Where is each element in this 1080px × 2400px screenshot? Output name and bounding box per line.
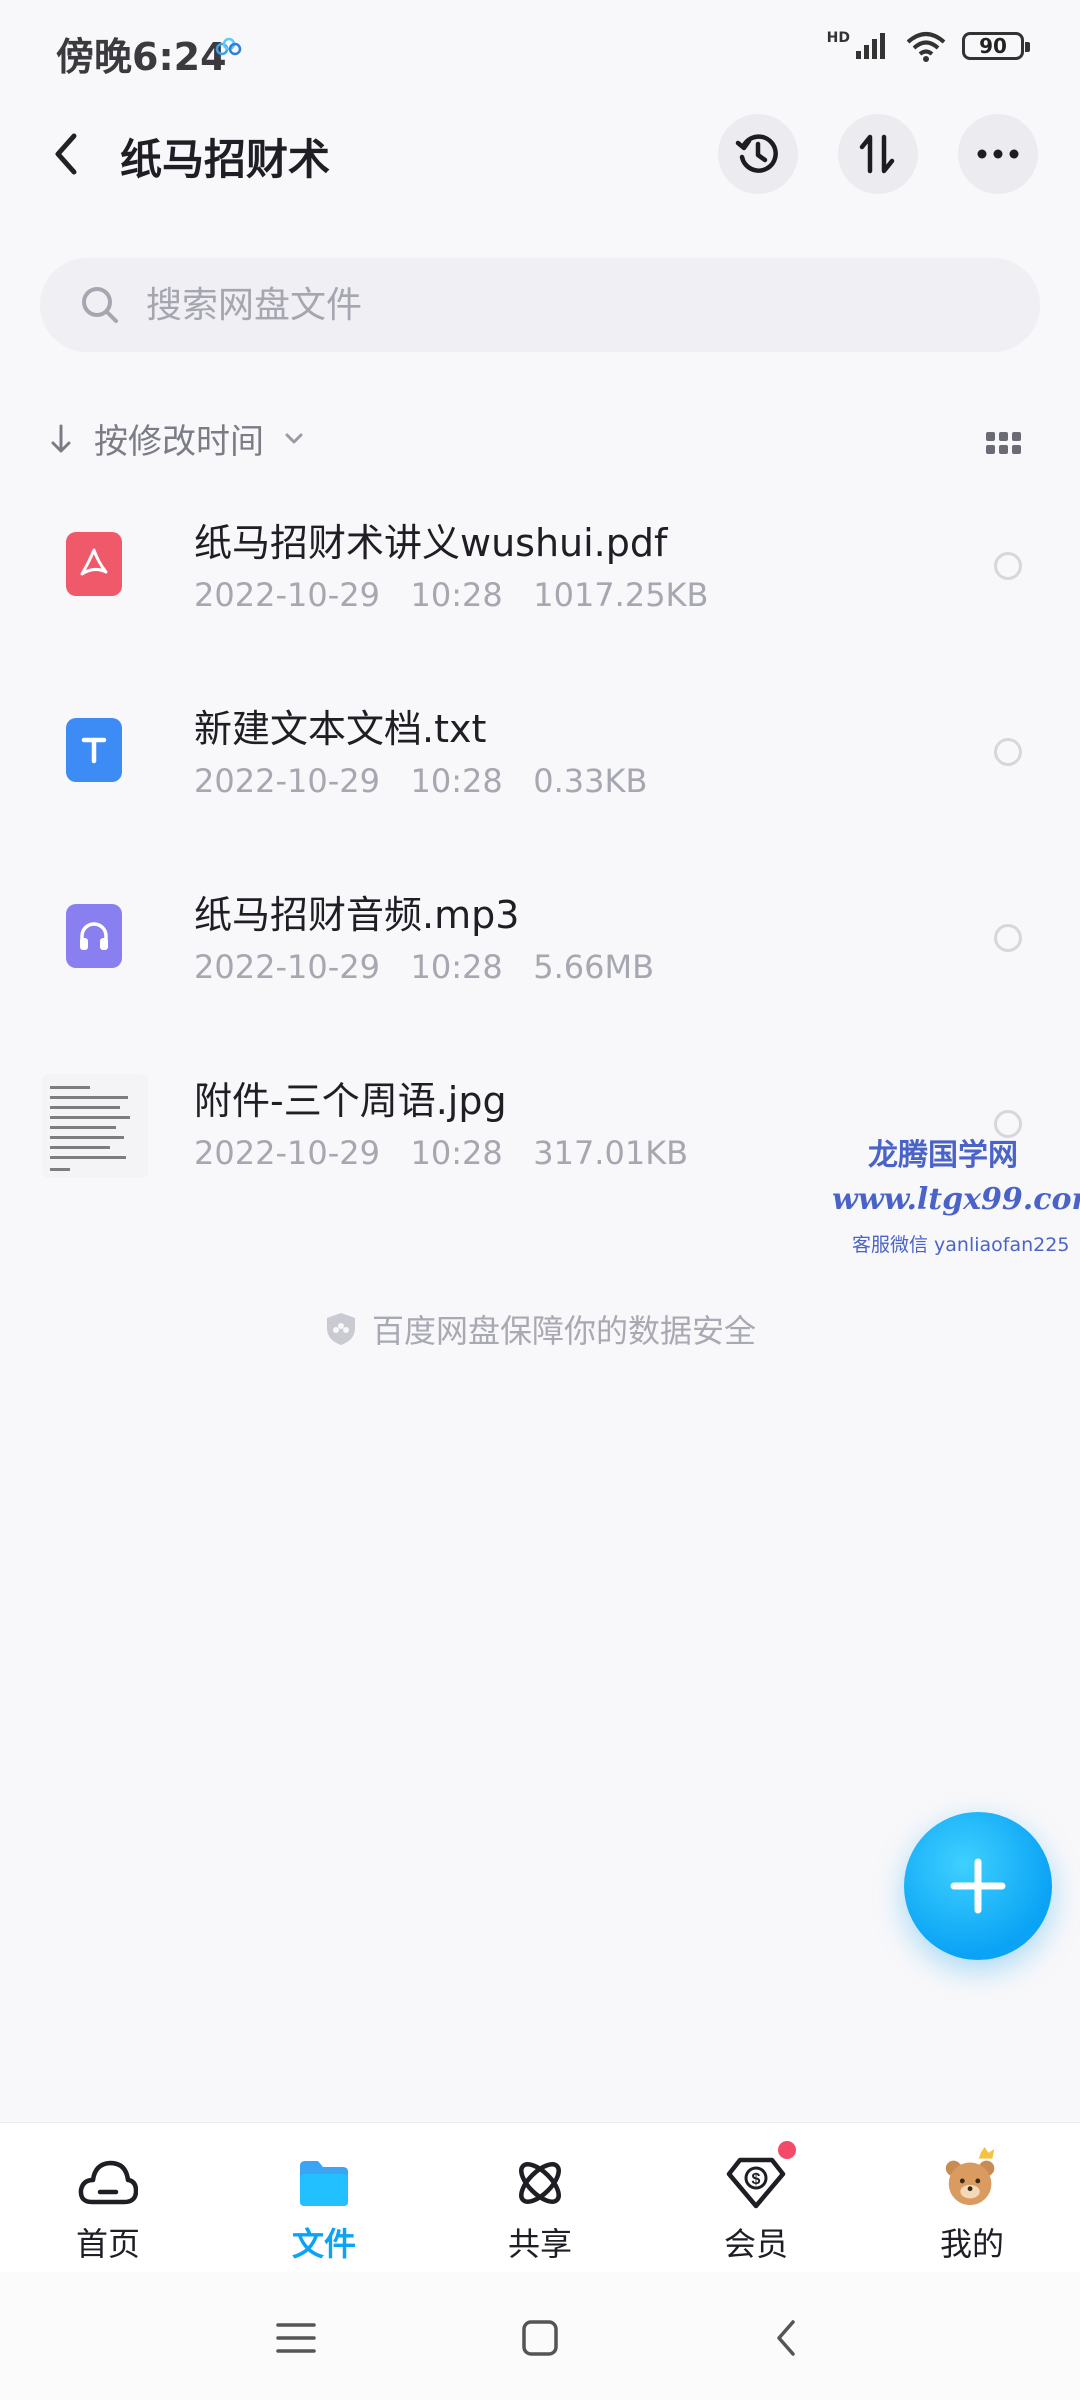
file-date: 2022-10-29 — [194, 762, 380, 800]
chevron-left-icon — [55, 133, 77, 175]
recents-button[interactable] — [266, 2308, 326, 2368]
safety-text: 百度网盘保障你的数据安全 — [371, 1312, 756, 1350]
grid-view-icon[interactable] — [984, 424, 1024, 464]
more-button[interactable] — [958, 114, 1038, 194]
headphones-glyph — [80, 922, 108, 950]
plus-icon — [950, 1858, 1006, 1914]
shield-icon — [326, 1313, 355, 1345]
nav-label: 我的 — [939, 2225, 1004, 2263]
system-nav-bar — [0, 2272, 1080, 2400]
arrow-down-icon — [51, 424, 71, 452]
file-name: 附件-三个周语.jpg — [194, 1079, 507, 1123]
sort-order-button[interactable] — [838, 114, 918, 194]
menu-icon — [276, 2323, 316, 2353]
network-type: HD — [826, 30, 850, 46]
select-radio[interactable] — [994, 552, 1022, 580]
bear-avatar-icon — [940, 2147, 1004, 2213]
search-input[interactable] — [144, 283, 968, 327]
file-size: 1017.25KB — [533, 576, 709, 614]
system-back-button[interactable] — [756, 2308, 816, 2368]
page-title: 纸马招财术 — [120, 135, 331, 184]
nav-item-files[interactable]: 文件 — [254, 2153, 394, 2265]
home-button[interactable] — [510, 2308, 570, 2368]
wifi-icon — [906, 32, 946, 62]
nav-item-profile[interactable]: 我的 — [902, 2147, 1042, 2265]
watermark-title: 龙腾国学网 — [868, 1138, 1018, 1173]
text-glyph — [81, 737, 107, 764]
file-row[interactable]: 新建文本文档.txt 2022-10-29 10:28 0.33KB — [0, 658, 1080, 844]
chevron-left-icon — [777, 2320, 795, 2356]
more-dots-icon — [977, 149, 1019, 159]
file-meta: 2022-10-29 10:28 317.01KB — [194, 1134, 688, 1172]
file-date: 2022-10-29 — [194, 948, 380, 986]
pdf-icon — [66, 532, 122, 596]
image-thumbnail — [42, 1074, 148, 1178]
nav-item-home[interactable]: 首页 — [38, 2153, 178, 2265]
file-meta: 2022-10-29 10:28 5.66MB — [194, 948, 654, 986]
watermark-url: www.ltgx99.com — [832, 1182, 1080, 1217]
square-icon — [522, 2320, 558, 2356]
pdf-glyph — [80, 548, 108, 576]
safety-note: 百度网盘保障你的数据安全 — [0, 1306, 1080, 1352]
nav-label: 共享 — [507, 2225, 572, 2263]
nav-label: 文件 — [291, 2225, 356, 2263]
add-button[interactable] — [904, 1812, 1052, 1960]
file-time: 10:28 — [410, 576, 503, 614]
file-meta: 2022-10-29 10:28 0.33KB — [194, 762, 647, 800]
file-size: 317.01KB — [533, 1134, 689, 1172]
file-meta: 2022-10-29 10:28 1017.25KB — [194, 576, 708, 614]
file-time: 10:28 — [410, 948, 503, 986]
cloud-sync-icon — [215, 37, 242, 56]
status-indicators: HD 90 — [826, 30, 1030, 62]
svg-text:$: $ — [752, 2171, 761, 2188]
sort-label: 按修改时间 — [94, 422, 264, 462]
sort-selector[interactable]: 按修改时间 — [50, 414, 304, 463]
file-size: 5.66MB — [533, 948, 655, 986]
back-button[interactable] — [44, 122, 88, 186]
folder-icon — [292, 2153, 356, 2213]
nav-item-share[interactable]: 共享 — [470, 2153, 610, 2265]
audio-icon — [66, 904, 122, 968]
file-date: 2022-10-29 — [194, 576, 380, 614]
file-row[interactable]: 纸马招财音频.mp3 2022-10-29 10:28 5.66MB — [0, 844, 1080, 1030]
status-time: 傍晚6:24 — [56, 35, 227, 79]
text-icon — [66, 718, 122, 782]
file-time: 10:28 — [410, 762, 503, 800]
history-button[interactable] — [718, 114, 798, 194]
file-name: 纸马招财音频.mp3 — [194, 893, 520, 937]
file-row[interactable]: 纸马招财术讲义wushui.pdf 2022-10-29 10:28 1017.… — [0, 472, 1080, 658]
file-size: 0.33KB — [533, 762, 648, 800]
signal-icon — [856, 33, 885, 59]
nav-item-vip[interactable]: $ 会员 — [686, 2141, 826, 2265]
nav-label: 会员 — [723, 2225, 788, 2263]
file-time: 10:28 — [410, 1134, 503, 1172]
bottom-nav: 首页 文件 共享 $ 会员 我的 — [0, 2122, 1080, 2273]
file-date: 2022-10-29 — [194, 1134, 380, 1172]
search-bar[interactable] — [40, 258, 1040, 352]
chevron-down-icon — [285, 433, 303, 443]
vip-diamond-icon: $ — [724, 2141, 796, 2213]
watermark-contact: 客服微信 yanliaofan225 — [852, 1234, 1070, 1256]
nav-label: 首页 — [75, 2225, 140, 2263]
file-name: 新建文本文档.txt — [194, 707, 487, 751]
cloud-icon — [76, 2153, 140, 2213]
battery-indicator: 90 — [962, 32, 1030, 60]
select-radio[interactable] — [994, 924, 1022, 952]
sort-arrows-icon — [859, 134, 895, 174]
search-icon — [82, 287, 118, 323]
share-atom-icon — [508, 2153, 572, 2213]
file-name: 纸马招财术讲义wushui.pdf — [194, 521, 668, 565]
history-icon — [735, 134, 778, 173]
notification-dot — [778, 2141, 796, 2159]
select-radio[interactable] — [994, 738, 1022, 766]
